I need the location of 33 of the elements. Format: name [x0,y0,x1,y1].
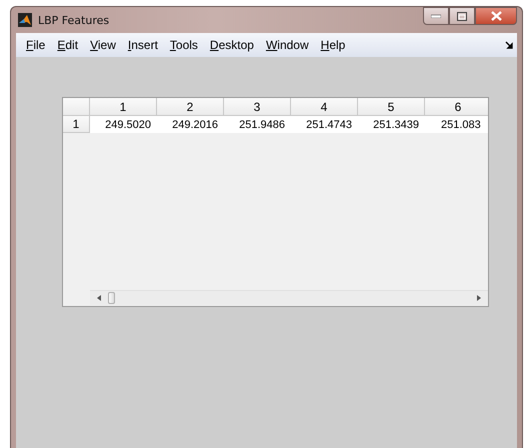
menu-item[interactable]: Help [314,36,352,54]
column-header[interactable]: 6 [425,98,488,116]
menu-item[interactable]: Tools [164,36,204,54]
column-header[interactable]: 1 [90,98,157,116]
table-cell[interactable]: 249.2016 [157,116,224,133]
horizontal-scrollbar[interactable] [90,290,488,305]
table-cell[interactable]: 249.5020 [90,116,157,133]
menu-item[interactable]: Window [260,36,315,54]
minimize-button[interactable] [423,7,449,25]
scroll-thumb[interactable] [108,292,115,304]
menu-item[interactable]: Insert [122,36,164,54]
dock-arrow-icon[interactable] [505,41,513,49]
menu-item[interactable]: File [20,36,52,54]
logo-icon [18,13,32,27]
minimize-icon [431,14,441,18]
maximize-button[interactable] [449,7,475,25]
column-header[interactable]: 3 [224,98,291,116]
table-cell[interactable]: 251.9486 [224,116,291,133]
menu-item[interactable]: Edit [51,36,84,54]
menu-item[interactable]: View [84,36,122,54]
table-cell[interactable]: 251.083 [425,116,488,133]
table-cell[interactable]: 251.3439 [358,116,425,133]
column-header[interactable]: 2 [157,98,224,116]
close-icon [490,11,502,21]
column-header[interactable]: 4 [291,98,358,116]
maximize-icon [457,12,467,20]
close-button[interactable] [475,7,517,25]
menu-item[interactable]: Desktop [204,36,260,54]
table-cell[interactable]: 251.4743 [291,116,358,133]
window-title: LBP Features [38,14,110,26]
column-header[interactable]: 5 [358,98,425,116]
row-header[interactable]: 1 [63,116,90,133]
corner-header [63,98,90,116]
